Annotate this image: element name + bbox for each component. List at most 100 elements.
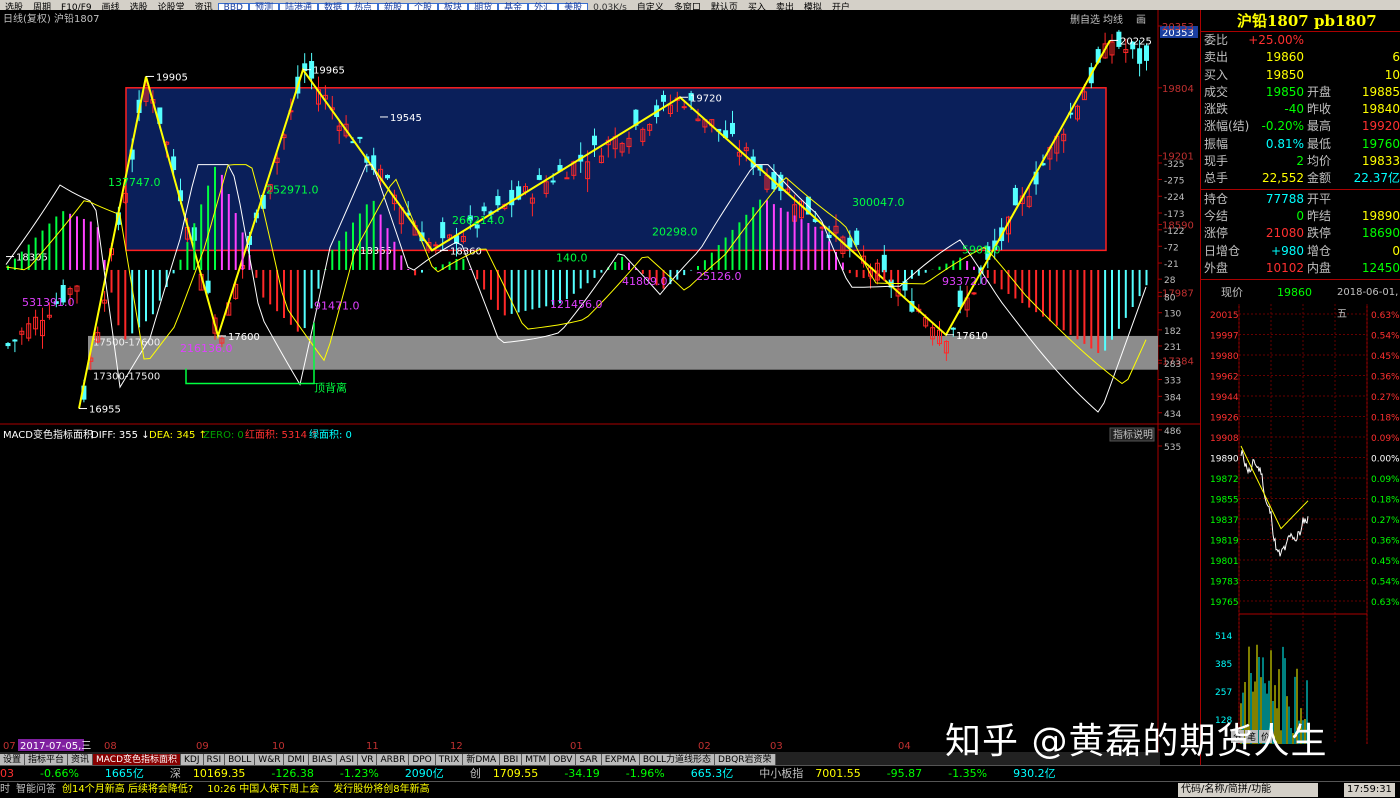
indicator-tab[interactable]: 资讯 xyxy=(68,754,94,765)
menu-item[interactable]: 选股 xyxy=(0,3,28,10)
quote-label: 涨跌 xyxy=(1204,102,1229,117)
macd-y-tick-label: -21 xyxy=(1164,260,1179,270)
search-input[interactable]: 代码/名称/简拼/功能 xyxy=(1178,783,1318,797)
ticker-item: -1.35% xyxy=(948,767,988,780)
intraday-chart[interactable]: 20015 0.63% 19997 0.54% 19980 0.45% 19962 0.36%… xyxy=(1201,304,1400,745)
menu-item[interactable]: 资讯 xyxy=(190,3,218,10)
indicator-tab[interactable]: BOLL xyxy=(225,754,256,765)
toolbar-button[interactable]: 外汇 xyxy=(528,3,559,10)
menu-item[interactable]: 默认页 xyxy=(706,3,743,10)
candle-body xyxy=(536,175,542,180)
intraday-price-tick: 19908 xyxy=(1210,434,1239,444)
indicator-tab[interactable]: ARBR xyxy=(377,754,410,765)
clock: 17:59:31 xyxy=(1344,783,1395,797)
toolbar-button[interactable]: BBD xyxy=(217,3,249,10)
indicator-tab[interactable]: BIAS xyxy=(308,754,337,765)
indicator-tab[interactable]: DBQR岩资荣 xyxy=(715,754,776,765)
menu-item[interactable]: 论股堂 xyxy=(153,3,190,10)
x-tick-label: 2017-07-05,三 xyxy=(20,741,91,752)
toolbar-button[interactable]: 新股 xyxy=(378,3,409,10)
quote-row: 涨停 21080 跌停 18690 xyxy=(1201,225,1400,242)
band-label: 17500-17600 xyxy=(93,338,160,349)
menu-item[interactable]: 开户 xyxy=(827,3,855,10)
ticker-item: -126.38 xyxy=(271,767,314,780)
intraday-price-tick: 19783 xyxy=(1210,578,1239,588)
indicator-tab[interactable]: ASI xyxy=(336,754,359,765)
quote-label: 卖出 xyxy=(1204,50,1229,65)
indicator-header-item: ZERO: 0 xyxy=(203,430,244,441)
qa-button[interactable]: 智能问答 xyxy=(16,782,56,798)
indicator-tab[interactable]: DPO xyxy=(409,754,436,765)
quote-label: 日增仓 xyxy=(1204,243,1241,258)
quote-label: 增仓 xyxy=(1307,243,1332,258)
indicator-tab[interactable]: BOLL力道线形态 xyxy=(639,754,716,765)
kline-macd-chart[interactable]: 日线(复权) 沪铅1807 删自选 均线 画2035317500-1760017300… xyxy=(0,10,1200,765)
toolbar-button[interactable]: 美股 xyxy=(558,3,589,10)
range-box xyxy=(125,87,1107,252)
x-tick-label: 07 xyxy=(3,741,16,752)
indicator-header-item: DIFF: 355 ↓ xyxy=(91,430,150,441)
intraday-pct-tick: 0.63% xyxy=(1371,598,1400,608)
indicator-help-button[interactable]: 指标说明 xyxy=(1113,428,1153,441)
menu-item[interactable]: 自定义 xyxy=(632,3,669,10)
price-annotation: 19720 xyxy=(690,93,722,104)
quote-value: 19850 xyxy=(1265,84,1304,99)
quote-label: 涨停 xyxy=(1204,226,1229,241)
indicator-tab[interactable]: MTM xyxy=(522,754,551,765)
menu-item[interactable]: 周期 xyxy=(28,3,56,10)
quote-row: 振幅 0.81% 最低 19760 xyxy=(1201,136,1400,153)
chart-header-button[interactable]: 删自选 xyxy=(1070,13,1100,26)
news-item[interactable]: 10:26 中国人保下周上会 xyxy=(207,782,319,798)
quote-value: 18690 xyxy=(1361,226,1400,241)
indicator-tab[interactable]: TRIX xyxy=(435,754,464,765)
menu-item[interactable]: 多窗口 xyxy=(669,3,706,10)
toolbar-button[interactable]: 数据 xyxy=(317,3,348,10)
menu-item[interactable]: 选股 xyxy=(125,3,153,10)
candle-body xyxy=(881,254,887,273)
candle-body xyxy=(12,339,18,342)
menu-item[interactable]: 画线 xyxy=(97,3,125,10)
ticker-item: -0.66% xyxy=(40,767,79,780)
news-item[interactable]: 发行股份将创8年新高 xyxy=(333,782,429,798)
news-item[interactable]: 创14个月新高 后续将会降低? xyxy=(62,782,193,798)
ticker-item: 创 xyxy=(469,767,481,780)
candle-body xyxy=(550,180,556,183)
chart-header-button[interactable]: 画 xyxy=(1136,15,1146,26)
toolbar-button[interactable]: 热点 xyxy=(348,3,379,10)
indicator-tab[interactable]: BBI xyxy=(500,754,523,765)
indicator-tab[interactable]: 新DMA xyxy=(463,754,501,765)
toolbar-button[interactable]: 板块 xyxy=(438,3,469,10)
main-chart-panel[interactable]: 日线(复权) 沪铅1807 删自选 均线画 20353 17500-17600 17300… xyxy=(0,10,1200,765)
menu-item[interactable]: 卖出 xyxy=(771,3,799,10)
index-ticker-bar: 03 -0.66% 1665亿 深 10169.35 -126.38 -1.23% 2090亿… xyxy=(0,765,1400,781)
intraday-pct-tick: 0.36% xyxy=(1371,537,1400,547)
toolbar-button[interactable]: 个股 xyxy=(408,3,439,10)
menu-item[interactable]: 模拟 xyxy=(799,3,827,10)
indicator-tab[interactable]: MACD变色指标面积 xyxy=(93,754,182,765)
indicator-tab[interactable]: KDJ xyxy=(181,754,204,765)
indicator-tab[interactable]: OBV xyxy=(550,754,577,765)
toolbar-button[interactable]: 基金 xyxy=(498,3,529,10)
indicator-tab[interactable]: 指标平台 xyxy=(25,754,69,765)
toolbar-button[interactable]: 陆港通 xyxy=(278,3,318,10)
macd-y-tick-label: 384 xyxy=(1164,393,1181,403)
quote-label: 跌停 xyxy=(1307,226,1332,241)
indicator-tab[interactable]: VR xyxy=(358,754,378,765)
toolbar-button[interactable]: 预测 xyxy=(248,3,279,10)
y-tick-label: 20353 xyxy=(1162,22,1194,33)
chart-header-button[interactable]: 均线 xyxy=(1103,13,1123,26)
candle-body xyxy=(1012,187,1018,206)
indicator-tab[interactable]: DMI xyxy=(284,754,309,765)
menu-item[interactable]: F10/F9 xyxy=(56,3,97,10)
toolbar-button[interactable]: 期货 xyxy=(468,3,499,10)
indicator-tab[interactable]: EXPMA xyxy=(601,754,640,765)
indicator-tab[interactable]: RSI xyxy=(203,754,226,765)
intraday-price-tick: 19855 xyxy=(1210,496,1239,506)
news-bar: 时智能问答 创14个月新高 后续将会降低? 10:26 中国人保下周上会 发行股份将创… xyxy=(0,781,1400,798)
indicator-tab[interactable]: W&R xyxy=(255,754,285,765)
price-annotation: 19965 xyxy=(313,66,345,77)
indicator-tab[interactable]: SAR xyxy=(576,754,602,765)
menu-item[interactable]: 买入 xyxy=(743,3,771,10)
candle-body xyxy=(481,206,487,212)
indicator-tab[interactable]: 设置 xyxy=(0,754,26,765)
